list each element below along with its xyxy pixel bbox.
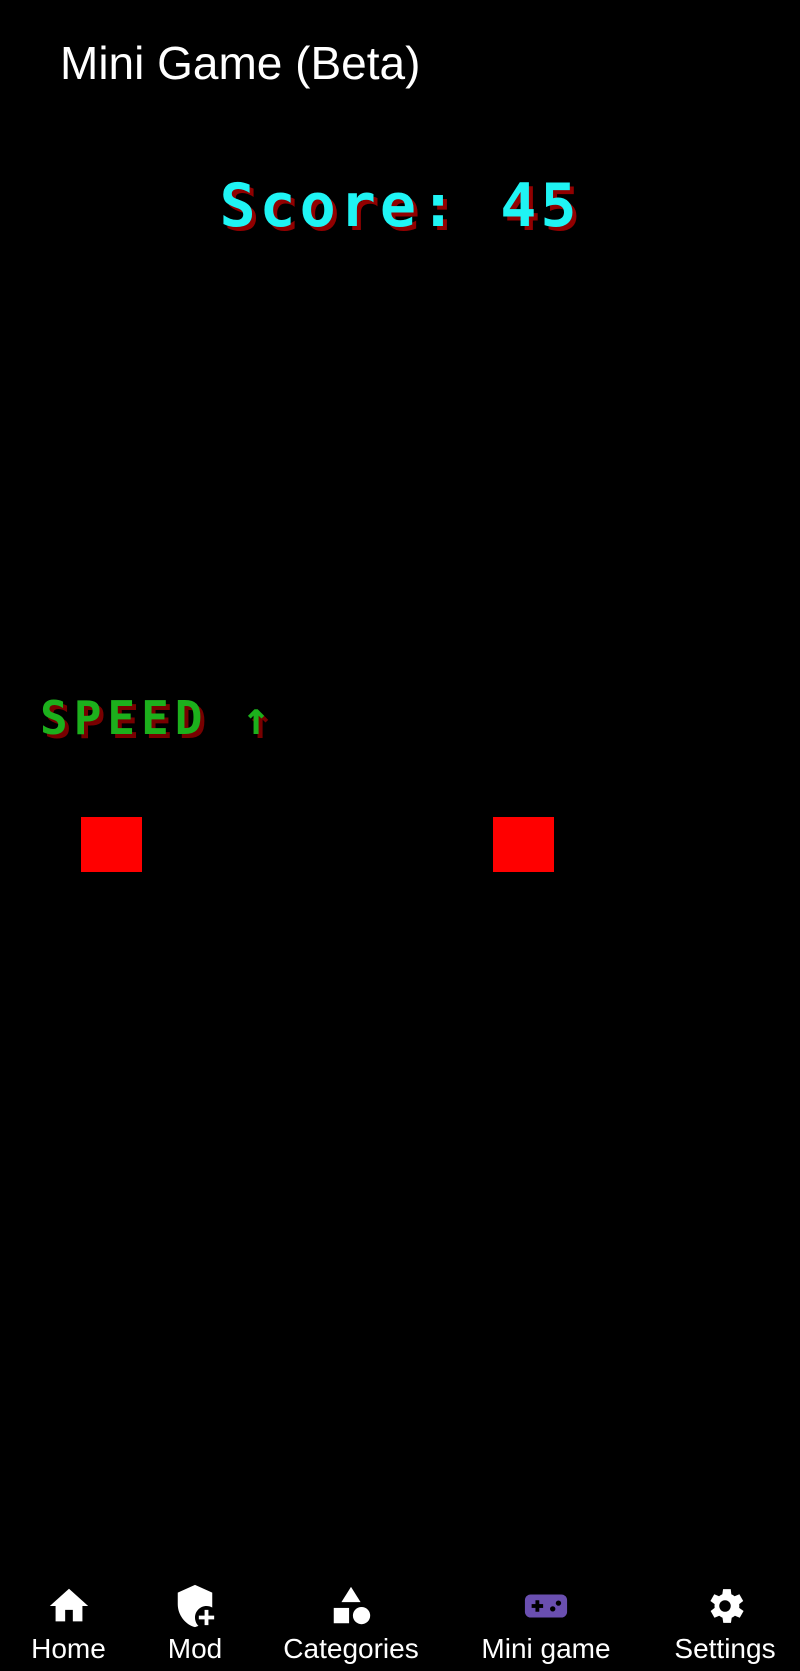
nav-item-mod[interactable]: Mod	[140, 1571, 250, 1671]
shield-plus-icon	[172, 1583, 218, 1629]
obstacle-block	[81, 817, 142, 872]
nav-item-minigame[interactable]: Mini game	[468, 1571, 624, 1671]
nav-item-categories[interactable]: Categories	[270, 1571, 432, 1671]
nav-item-home[interactable]: Home	[10, 1571, 127, 1671]
speed-indicator: SPEED ↑	[40, 691, 276, 745]
score-display: Score: 45	[219, 171, 581, 241]
page-title: Mini Game (Beta)	[60, 37, 421, 89]
gear-icon	[702, 1583, 748, 1629]
nav-label-home: Home	[31, 1633, 106, 1664]
nav-label-mod: Mod	[167, 1633, 223, 1664]
nav-label-categories: Categories	[283, 1633, 419, 1664]
nav-label-settings: Settings	[674, 1633, 776, 1664]
bottom-navigation: Home Mod Categories Mini game Settings	[0, 1571, 800, 1671]
home-icon	[46, 1583, 92, 1629]
obstacle-block	[493, 817, 554, 872]
shapes-icon	[328, 1583, 374, 1629]
nav-item-settings[interactable]: Settings	[660, 1571, 790, 1671]
nav-label-minigame: Mini game	[481, 1633, 611, 1664]
gamepad-icon	[523, 1583, 569, 1629]
